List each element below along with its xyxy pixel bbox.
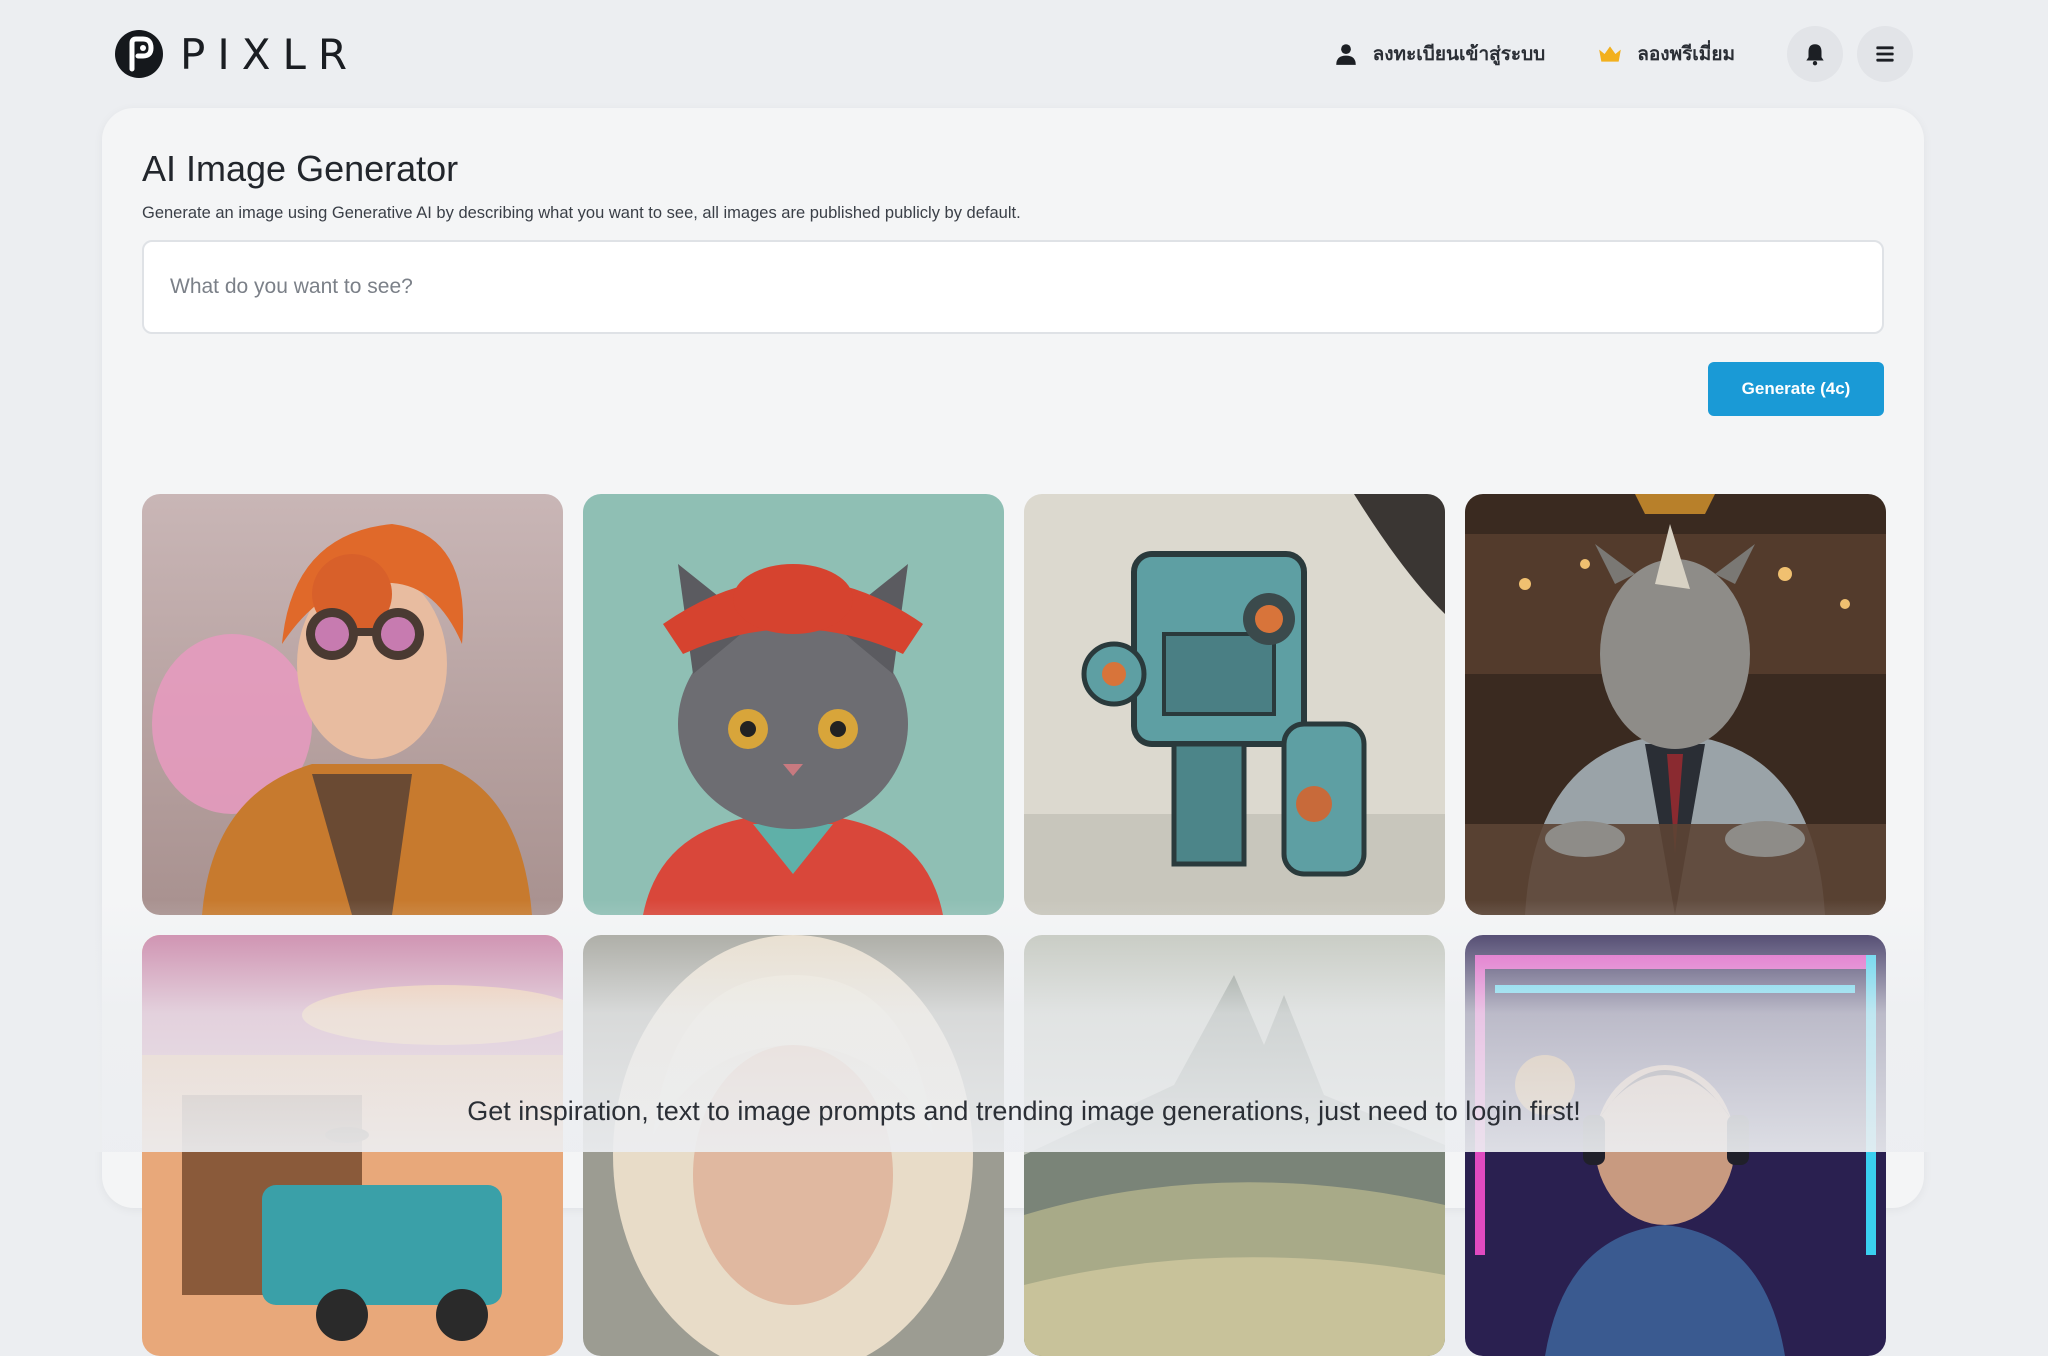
login-label: ลงทะเบียนเข้าสู่ระบบ [1372,44,1546,65]
robot-image [1024,494,1445,915]
premium-label: ลองพรีเมี่ยม [1637,44,1735,65]
pixlr-logo[interactable]: PIXLR [114,28,359,80]
gallery-image-robot[interactable] [1024,494,1445,915]
hamburger-menu-icon [1876,46,1894,62]
login-cta-text: Get inspiration, text to image prompts a… [467,1096,1581,1126]
cat-portrait-image [583,494,1004,915]
gallery-image-cat-in-hat[interactable] [583,494,1004,915]
mountain-landscape-image [1024,935,1445,1356]
bell-icon [1806,44,1824,66]
gallery-image-neon-gamer[interactable] [1465,935,1886,1356]
retro-truck-image [142,935,563,1356]
login-link[interactable]: ลงทะเบียนเข้าสู่ระบบ [1333,39,1546,69]
nav-right: ลงทะเบียนเข้าสู่ระบบ ลองพรีเมี่ยม [1333,26,2048,82]
gallery-image-mountain-landscape[interactable] [1024,935,1445,1356]
pixlr-logo-icon [115,30,163,78]
premium-link[interactable]: ลองพรีเมี่ยม [1597,39,1735,69]
rhino-image [1465,494,1886,915]
top-bar: PIXLR ลงทะเบียนเข้าสู่ระบบ ลองพรีเมี่ยม [0,0,2048,106]
page-title: AI Image Generator [142,148,459,189]
gallery-image-rhino-in-suit[interactable] [1465,494,1886,915]
gallery-image-blonde-portrait[interactable] [583,935,1004,1356]
inspiration-gallery [142,494,1888,1356]
page-subtitle: Generate an image using Generative AI by… [142,204,1021,222]
blonde-portrait-image [583,935,1004,1356]
generator-card: AI Image Generator Generate an image usi… [102,108,1924,1356]
steampunk-portrait-image [142,494,563,915]
prompt-input[interactable] [142,240,1884,334]
generate-button[interactable]: Generate (4c) [1708,362,1884,416]
neon-gamer-image [1465,935,1886,1356]
crown-icon [1599,46,1622,62]
notifications-button[interactable] [1787,26,1843,82]
gallery-image-steampunk-portrait[interactable] [142,494,563,915]
user-icon [1335,44,1356,65]
brand-name: PIXLR [180,29,360,79]
gallery-image-retro-truck[interactable] [142,935,563,1356]
menu-button[interactable] [1857,26,1913,82]
